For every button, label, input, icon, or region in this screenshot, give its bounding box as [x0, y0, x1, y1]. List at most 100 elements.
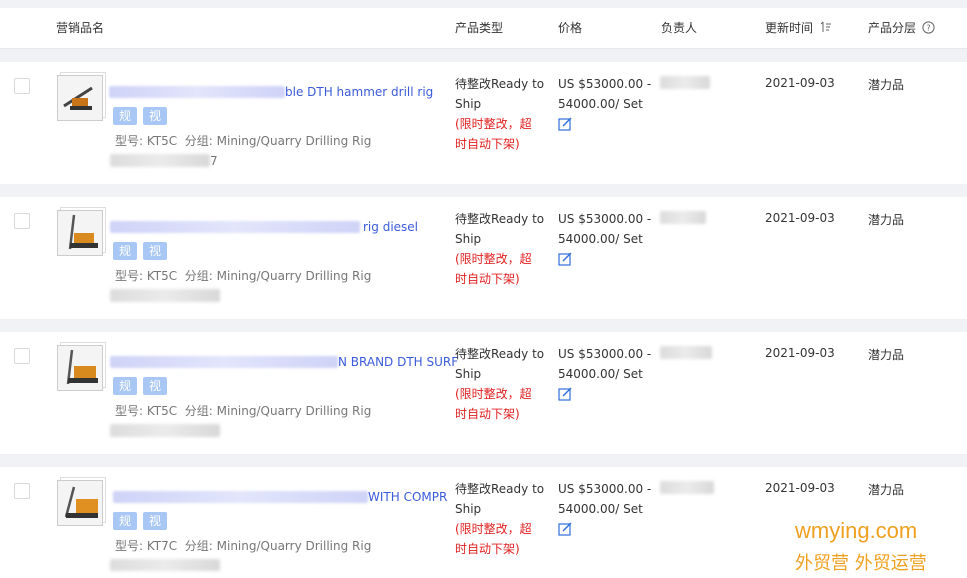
row-checkbox[interactable]	[14, 348, 30, 364]
spec-tag: 规	[113, 107, 137, 125]
table-row: ble DTH hammer drill rig 规 视 型号: KT5C 分组…	[0, 62, 967, 184]
info-suffix: 7	[210, 154, 218, 168]
header-name: 营销品名	[56, 21, 105, 35]
spec-tag: 规	[113, 377, 137, 395]
type-status-cont: Ship	[455, 367, 482, 381]
redacted-title	[110, 356, 338, 368]
product-model-group: 型号: KT7C 分组: Mining/Quarry Drilling Rig	[115, 537, 371, 554]
edit-price-icon[interactable]	[558, 387, 572, 401]
type-status-cont: Ship	[455, 97, 482, 111]
product-title[interactable]: N BRAND DTH SURF	[338, 355, 458, 369]
sort-icon[interactable]	[820, 21, 832, 33]
product-thumbnail[interactable]	[57, 207, 106, 256]
drill-rig-image	[58, 76, 102, 120]
type-warning-cont: 时自动下架)	[455, 272, 520, 286]
type-warning-cont: 时自动下架)	[455, 137, 520, 151]
type-warning-cont: 时自动下架)	[455, 407, 520, 421]
product-layer: 潜力品	[868, 483, 905, 497]
row-gap	[0, 319, 967, 332]
update-date: 2021-09-03	[765, 76, 835, 90]
price-line2: 54000.00/ Set	[558, 502, 643, 516]
row-checkbox[interactable]	[14, 483, 30, 499]
product-thumbnail[interactable]	[57, 72, 106, 121]
video-tag: 视	[143, 512, 167, 530]
product-thumbnail[interactable]	[57, 477, 106, 526]
svg-text:?: ?	[926, 24, 930, 33]
product-title[interactable]: ble DTH hammer drill rig	[285, 85, 433, 99]
product-thumbnail[interactable]	[57, 342, 106, 391]
product-model: 型号: KT7C	[115, 539, 178, 553]
watermark-domain: wmying.com	[795, 518, 918, 543]
update-date: 2021-09-03	[765, 481, 835, 495]
price-line2: 54000.00/ Set	[558, 97, 643, 111]
edit-price-icon[interactable]	[558, 117, 572, 131]
video-tag: 视	[143, 242, 167, 260]
header-updated-label: 更新时间	[765, 21, 814, 35]
product-model: 型号: KT5C	[115, 134, 178, 148]
edit-price-icon[interactable]	[558, 252, 572, 266]
redacted-owner	[660, 481, 714, 494]
product-type: 待整改Ready to Ship (限时整改，超 时自动下架)	[455, 74, 550, 154]
spec-tag: 规	[113, 512, 137, 530]
drill-rig-image	[58, 346, 102, 390]
type-status: 待整改Ready to	[455, 347, 545, 361]
video-tag: 视	[143, 377, 167, 395]
product-title[interactable]: WITH COMPR	[368, 490, 447, 504]
redacted-title	[110, 221, 360, 233]
price-line1: US $53000.00 -	[558, 212, 652, 226]
type-warning: (限时整改，超	[455, 387, 532, 401]
type-status: 待整改Ready to	[455, 77, 545, 91]
table-header: 营销品名 产品类型 价格 负责人 更新时间 产品分层 ?	[0, 8, 967, 49]
product-layer: 潜力品	[868, 348, 905, 362]
product-layer: 潜力品	[868, 78, 905, 92]
header-updated[interactable]: 更新时间	[765, 19, 832, 36]
product-type: 待整改Ready to Ship (限时整改，超 时自动下架)	[455, 479, 550, 559]
product-model: 型号: KT5C	[115, 404, 178, 418]
product-model-group: 型号: KT5C 分组: Mining/Quarry Drilling Rig	[115, 402, 371, 419]
type-status-cont: Ship	[455, 502, 482, 516]
price-line1: US $53000.00 -	[558, 347, 652, 361]
type-warning: (限时整改，超	[455, 252, 532, 266]
price-line1: US $53000.00 -	[558, 77, 652, 91]
price-line2: 54000.00/ Set	[558, 232, 643, 246]
top-band	[0, 0, 967, 8]
question-circle-icon[interactable]: ?	[922, 21, 935, 34]
row-gap	[0, 454, 967, 467]
type-status-cont: Ship	[455, 232, 482, 246]
redacted-owner	[660, 346, 712, 359]
update-date: 2021-09-03	[765, 346, 835, 360]
edit-price-icon[interactable]	[558, 522, 572, 536]
product-group: 分组: Mining/Quarry Drilling Rig	[184, 404, 372, 418]
product-model-group: 型号: KT5C 分组: Mining/Quarry Drilling Rig	[115, 132, 371, 149]
type-warning: (限时整改，超	[455, 522, 532, 536]
row-gap	[0, 184, 967, 197]
table-row: N BRAND DTH SURF 规 视 型号: KT5C 分组: Mining…	[0, 332, 967, 454]
price-range: US $53000.00 - 54000.00/ Set	[558, 479, 654, 519]
drill-rig-image	[58, 481, 102, 525]
product-group: 分组: Mining/Quarry Drilling Rig	[184, 539, 372, 553]
product-group: 分组: Mining/Quarry Drilling Rig	[184, 269, 372, 283]
redacted-info	[110, 289, 220, 302]
price-range: US $53000.00 - 54000.00/ Set	[558, 74, 654, 114]
product-type: 待整改Ready to Ship (限时整改，超 时自动下架)	[455, 344, 550, 424]
product-group: 分组: Mining/Quarry Drilling Rig	[184, 134, 372, 148]
product-layer: 潜力品	[868, 213, 905, 227]
price-line1: US $53000.00 -	[558, 482, 652, 496]
product-model-group: 型号: KT5C 分组: Mining/Quarry Drilling Rig	[115, 267, 371, 284]
header-price: 价格	[558, 21, 583, 35]
product-type: 待整改Ready to Ship (限时整改，超 时自动下架)	[455, 209, 550, 289]
row-checkbox[interactable]	[14, 213, 30, 229]
header-type: 产品类型	[455, 21, 504, 35]
product-title[interactable]: rig diesel	[363, 220, 418, 234]
row-gap	[0, 49, 967, 62]
spec-tag: 规	[113, 242, 137, 260]
price-range: US $53000.00 - 54000.00/ Set	[558, 344, 654, 384]
row-checkbox[interactable]	[14, 78, 30, 94]
redacted-title	[109, 86, 285, 98]
price-line2: 54000.00/ Set	[558, 367, 643, 381]
redacted-info	[110, 424, 220, 437]
table-row: rig diesel 规 视 型号: KT5C 分组: Mining/Quarr…	[0, 197, 967, 319]
type-warning: (限时整改，超	[455, 117, 532, 131]
product-model: 型号: KT5C	[115, 269, 178, 283]
type-warning-cont: 时自动下架)	[455, 542, 520, 556]
